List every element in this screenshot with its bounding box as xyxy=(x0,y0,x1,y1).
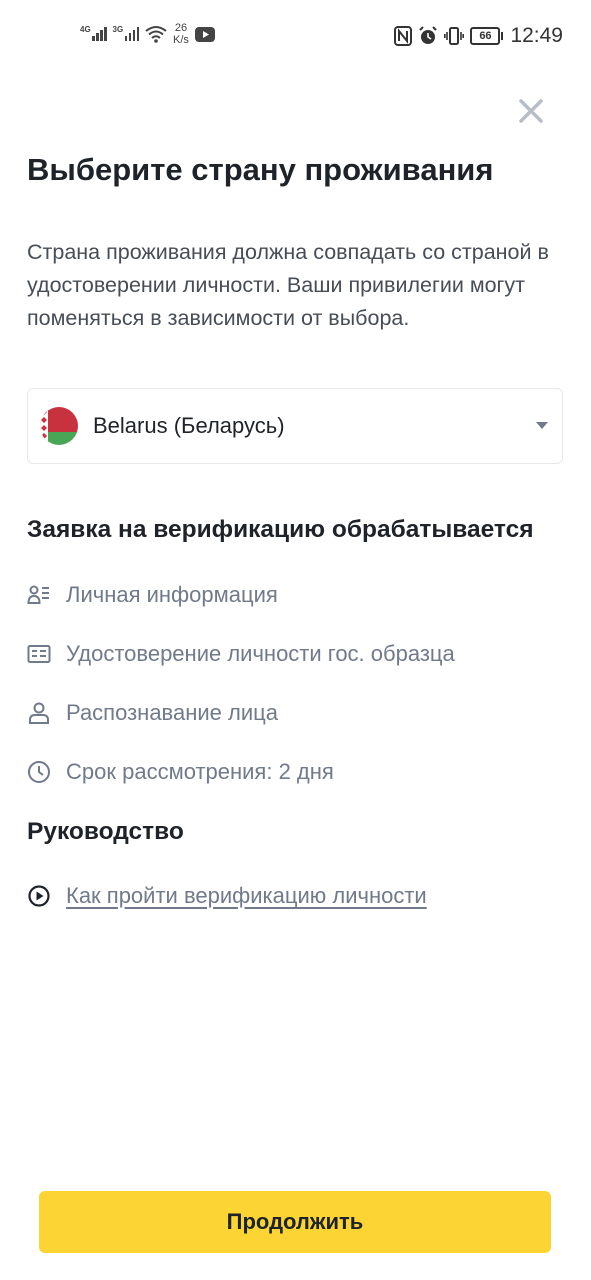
status-time: 12:49 xyxy=(510,24,563,47)
vibrate-icon xyxy=(444,27,465,45)
signal-icon: 3G xyxy=(112,25,139,41)
speed-value: 26 xyxy=(174,22,188,34)
item-label: Личная информация xyxy=(66,582,278,607)
status-right: 66 12:49 xyxy=(394,24,563,48)
speed-unit: K/s xyxy=(173,34,189,46)
play-circle-icon xyxy=(28,885,50,907)
guide-link-label[interactable]: Как пройти верификацию личности xyxy=(66,883,427,909)
page-description: Страна проживания должна совпадать со ст… xyxy=(27,240,549,330)
personal-info-icon xyxy=(27,585,49,604)
id-card-icon xyxy=(27,645,51,663)
status-left: 4G 3G 26 K/s xyxy=(80,22,215,46)
list-item: Удостоверение личности гос. образца xyxy=(27,641,455,667)
item-label: Срок рассмотрения: 2 дня xyxy=(66,759,334,784)
network-type-2: 3G xyxy=(112,25,124,34)
list-item: Распознавание лица xyxy=(27,700,278,726)
signal-icon: 4G xyxy=(80,25,107,41)
wifi-icon xyxy=(145,26,167,43)
network-type-1: 4G xyxy=(80,25,91,34)
status-bar: 4G 3G 26 K/s 66 12:49 xyxy=(0,0,591,72)
battery-icon: 66 xyxy=(470,27,504,45)
belarus-flag-icon xyxy=(40,407,78,445)
item-label: Распознавание лица xyxy=(66,700,278,725)
list-item: Срок рассмотрения: 2 дня xyxy=(27,759,334,785)
page-title: Выберите страну проживания xyxy=(27,152,494,187)
nfc-icon xyxy=(394,26,413,46)
clock-icon xyxy=(28,761,50,783)
alarm-icon xyxy=(419,26,438,44)
list-item: Личная информация xyxy=(27,582,278,608)
guide-heading: Руководство xyxy=(27,818,184,845)
network-speed: 26 K/s xyxy=(173,22,189,46)
caret-down-icon xyxy=(536,422,548,429)
guide-link[interactable]: Как пройти верификацию личности xyxy=(27,883,427,909)
item-label: Удостоверение личности гос. образца xyxy=(66,641,455,666)
continue-button[interactable]: Продолжить xyxy=(39,1191,551,1253)
face-icon xyxy=(29,702,49,724)
country-value: Belarus (Беларусь) xyxy=(93,413,285,438)
verification-heading: Заявка на верификацию обрабатывается xyxy=(27,516,534,543)
country-select[interactable]: Belarus (Беларусь) xyxy=(27,388,563,464)
youtube-icon xyxy=(194,26,215,42)
close-icon[interactable] xyxy=(516,96,546,126)
